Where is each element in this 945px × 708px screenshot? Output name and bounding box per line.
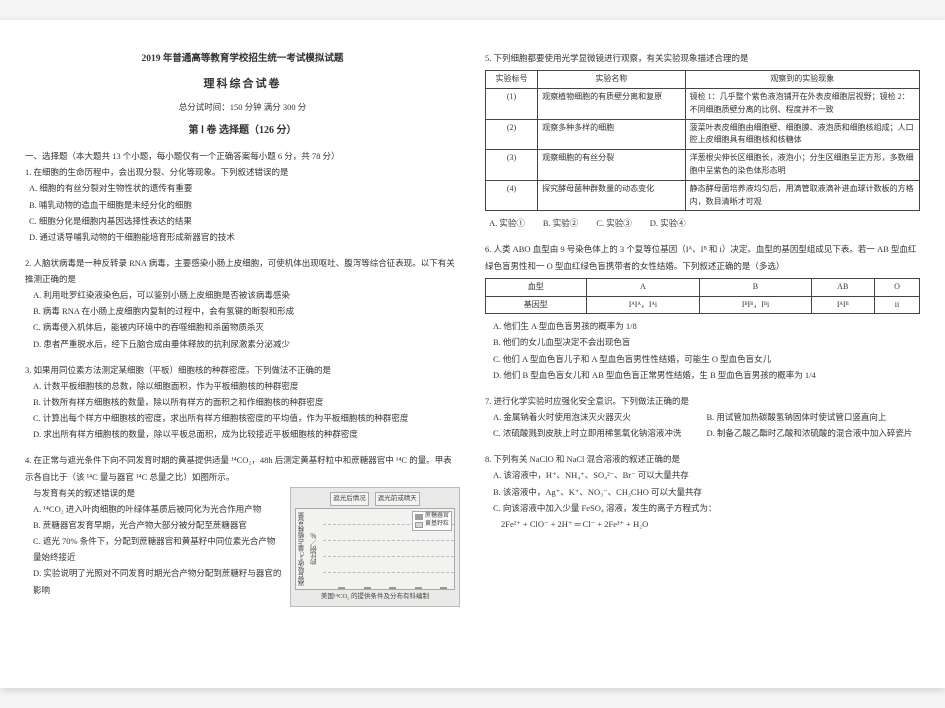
legend-1: 蔗糖器官 xyxy=(425,513,449,521)
q4-stem: 4. 在正常与遮光条件下向不同发育时期的黄基提供适量 ¹⁴CO₂，48h 后测定… xyxy=(25,452,460,484)
q5-r3-no: (3) xyxy=(486,150,538,181)
q6-rowlab: 基因型 xyxy=(486,296,587,314)
exam-title-line2: 理科综合试卷 xyxy=(25,74,460,95)
q6-opt-b: B. 他们的女儿血型决定不会出现色盲 xyxy=(493,334,920,350)
q6-c3: IᴬIᴮ xyxy=(811,296,874,314)
q5-r1-obs: 镜检 1：几乎整个紫色液泡铺开在外表皮细胞层视野；镜检 2：不同细胞质壁分离的比… xyxy=(685,88,919,119)
q5-opt-c: C. 实验③ xyxy=(596,215,631,231)
question-5: 5. 下列细胞都要使用光学显微镜进行观察，有关实验现象描述合理的是 实验标号 实… xyxy=(485,50,920,231)
exam-sheet: 2019 年普通高等教育学校招生统一考试模拟试题 理科综合试卷 总分试时间：15… xyxy=(0,20,945,688)
q7-stem: 7. 进行化学实验时应强化安全意识。下列做法正确的是 xyxy=(485,393,920,409)
section-1-heading: 第 Ⅰ 卷 选择题（126 分） xyxy=(25,121,460,140)
legend-2: 黄基籽粒 xyxy=(425,521,449,529)
q3-stem: 3. 如果用同位素方法测定某细胞（平板）细胞核的种群密度。下列做法不正确的是 xyxy=(25,362,460,378)
q5-stem: 5. 下列细胞都要使用光学显微镜进行观察，有关实验现象描述合理的是 xyxy=(485,50,920,66)
q2-opt-c: C. 病毒侵入机体后，能被内环境中的吞噬细胞和杀菌物质杀灭 xyxy=(33,319,460,335)
left-column: 2019 年普通高等教育学校招生统一考试模拟试题 理科综合试卷 总分试时间：15… xyxy=(25,50,460,668)
q5-r2-no: (2) xyxy=(486,119,538,150)
q6-opt-d: D. 他们 B 型血色盲女儿和 AB 型血色盲正常男性结婚，生 B 型血色盲男孩… xyxy=(493,367,920,383)
q3-opt-d: D. 求出所有样方细胞核的数量，除以平板总面积，成为比较接近平板细胞核的种群密度 xyxy=(33,426,460,442)
q5-opt-b: B. 实验② xyxy=(543,215,578,231)
q7-opt-c: C. 浓硫酸溅到皮肤上时立即用稀氢氧化钠溶液冲洗 xyxy=(493,425,707,441)
q7-opt-a: A. 金属钠着火时使用泡沫灭火器灭火 xyxy=(493,409,707,425)
table-row: (1) 观察植物细胞的有质壁分离和复原 镜检 1：几乎整个紫色液泡铺开在外表皮细… xyxy=(486,88,920,119)
question-7: 7. 进行化学实验时应强化安全意识。下列做法正确的是 A. 金属钠着火时使用泡沫… xyxy=(485,393,920,441)
q8-opt-b: B. 该溶液中，Ag⁺、K⁺、NO₃⁻、CH₃CHO 可以大量共存 xyxy=(493,484,920,500)
q6-h4: O xyxy=(874,278,919,296)
q3-opt-a: A. 计数平板细胞核的总数，除以细胞面积，作为平板细胞核的种群密度 xyxy=(33,378,460,394)
mcq-instructions: 一、选择题（本大题共 13 个小题，每小题仅有一个正确答案每小题 6 分，共 7… xyxy=(25,148,460,164)
q6-h1: A xyxy=(586,278,700,296)
q7-opt-b: B. 用试管加热碳酸氢钠固体时使试管口竖直向上 xyxy=(707,409,921,425)
q8-opt-a: A. 该溶液中，H⁺、NH₄⁺、SO₄²⁻、Br⁻ 可以大量共存 xyxy=(493,467,920,483)
q5-r3-obs: 洋葱根尖伸长区细胞长，液泡小；分生区细胞呈正方形，多数细胞中呈紫色的染色体形态明 xyxy=(685,150,919,181)
q8-stem: 8. 下列有关 NaClO 和 NaCl 混合溶液的叙述正确的是 xyxy=(485,451,920,467)
question-3: 3. 如果用同位素方法测定某细胞（平板）细胞核的种群密度。下列做法不正确的是 A… xyxy=(25,362,460,443)
q5-h1: 实验标号 xyxy=(486,71,538,89)
q5-r4-nm: 探究酵母菌种群数量的动态变化 xyxy=(538,180,686,211)
question-6: 6. 人类 ABO 血型由 9 号染色体上的 3 个复等位基因（Iᴬ、Iᴮ 和 … xyxy=(485,241,920,382)
table-row: (3) 观察细胞的有丝分裂 洋葱根尖伸长区细胞长，液泡小；分生区细胞呈正方形，多… xyxy=(486,150,920,181)
chart-bars-area: 蔗糖器官 黄基籽粒 xyxy=(323,509,454,589)
q1-opt-d: D. 通过诱导哺乳动物的干细胞能培育形成新器官的技术 xyxy=(29,229,460,245)
q5-r1-no: (1) xyxy=(486,88,538,119)
q5-r3-nm: 观察细胞的有丝分裂 xyxy=(538,150,686,181)
right-column: 5. 下列细胞都要使用光学显微镜进行观察，有关实验现象描述合理的是 实验标号 实… xyxy=(485,50,920,668)
q2-stem: 2. 人脑状病毒是一种反转录 RNA 病毒，主要感染小肠上皮细胞，可使机体出现呕… xyxy=(25,255,460,287)
q8-equation: 2Fe²⁺ + ClO⁻ + 2H⁺ ═ Cl⁻ + 2Fe³⁺ + H₂O xyxy=(493,516,920,532)
chart-top-right: 遮光前或晴天 xyxy=(375,492,420,506)
question-1: 1. 在细胞的生命历程中，会出现分裂、分化等现象。下列叙述错误的是 A. 细胞的… xyxy=(25,164,460,245)
q5-r4-no: (4) xyxy=(486,180,538,211)
exam-title-line1: 2019 年普通高等教育学校招生统一考试模拟试题 xyxy=(25,50,460,68)
q6-table: 血型 A B AB O 基因型 IᴬIᴬ，Iᴬi IᴮIᴮ，Iᴮi IᴬIᴮ i… xyxy=(485,278,920,315)
table-row: 实验标号 实验名称 观察到的实验现象 xyxy=(486,71,920,89)
q7-opt-d: D. 制备乙酸乙酯时乙酸和浓硫酸的混合液中加入碎瓷片 xyxy=(707,425,921,441)
q3-opt-c: C. 计算出每个样方中细胞核的密度，求出所有样方细胞核密度的平均值，作为平板细胞… xyxy=(33,410,460,426)
q5-table: 实验标号 实验名称 观察到的实验现象 (1) 观察植物细胞的有质壁分离和复原 镜… xyxy=(485,70,920,211)
table-row: (4) 探究酵母菌种群数量的动态变化 静态酵母菌培养液均匀后，用滴管取液滴补进血… xyxy=(486,180,920,211)
question-8: 8. 下列有关 NaClO 和 NaCl 混合溶液的叙述正确的是 A. 该溶液中… xyxy=(485,451,920,532)
q5-r2-nm: 观察多种多样的细胞 xyxy=(538,119,686,150)
q3-opt-b: B. 计数所有样方细胞核的数量，除以所有样方的面积之和作细胞核的种群密度 xyxy=(33,394,460,410)
q6-c2: IᴮIᴮ，Iᴮi xyxy=(700,296,811,314)
q5-h2: 实验名称 xyxy=(538,71,686,89)
q1-opt-c: C. 细胞分化是细胞内基因选择性表达的结果 xyxy=(29,213,460,229)
chart-ylabel: 器官吸收¹⁴C量占植株总量的比例／％ xyxy=(296,509,323,589)
q5-r4-obs: 静态酵母菌培养液均匀后，用滴管取液滴补进血球计数板的方格内，数目清晰才可观 xyxy=(685,180,919,211)
chart-top-left: 遮光后情况 xyxy=(330,492,369,506)
q4-bar-chart: 遮光后情况 遮光前或晴天 器官吸收¹⁴C量占植株总量的比例／％ 蔗糖器官 黄基籽… xyxy=(290,487,460,607)
q6-opt-c: C. 他们 A 型血色盲儿子和 A 型血色盲男性性结婚，可能生 O 型血色盲女儿 xyxy=(493,351,920,367)
exam-time-score: 总分试时间：150 分钟 满分 300 分 xyxy=(25,99,460,115)
q6-h0: 血型 xyxy=(486,278,587,296)
q2-opt-d: D. 患者严重脱水后，经下丘脑合成由垂体释放的抗利尿激素分泌减少 xyxy=(33,336,460,352)
chart-legend: 蔗糖器官 黄基籽粒 xyxy=(412,511,452,531)
q5-r1-nm: 观察植物细胞的有质壁分离和复原 xyxy=(538,88,686,119)
q6-h3: AB xyxy=(811,278,874,296)
chart-body: 器官吸收¹⁴C量占植株总量的比例／％ 蔗糖器官 黄基籽粒 xyxy=(295,508,455,590)
question-2: 2. 人脑状病毒是一种反转录 RNA 病毒，主要感染小肠上皮细胞，可使机体出现呕… xyxy=(25,255,460,352)
q1-opt-a: A. 细胞的有丝分裂对生物性状的遗传有重要 xyxy=(29,180,460,196)
chart-xlabel: 美国¹⁴CO₂ 的提供条件及分布有科编制 xyxy=(295,590,455,603)
table-row: (2) 观察多种多样的细胞 菠菜叶表皮细胞由细胞壁、细胞膜、液泡质和细胞核组成；… xyxy=(486,119,920,150)
q2-opt-a: A. 利用吡罗红染液染色后，可以鉴别小肠上皮细胞是否被该病毒感染 xyxy=(33,287,460,303)
q5-r2-obs: 菠菜叶表皮细胞由细胞壁、细胞膜、液泡质和细胞核组成；人口腔上皮细胞具有细胞核和核… xyxy=(685,119,919,150)
q1-stem: 1. 在细胞的生命历程中，会出现分裂、分化等现象。下列叙述错误的是 xyxy=(25,164,460,180)
q1-opt-b: B. 哺乳动物的造血干细胞是未经分化的细胞 xyxy=(29,197,460,213)
q5-opt-d: D. 实验④ xyxy=(650,215,686,231)
q6-opt-a: A. 他们生 A 型血色盲男孩的概率为 1/8 xyxy=(493,318,920,334)
q6-c4: ii xyxy=(874,296,919,314)
q6-stem: 6. 人类 ABO 血型由 9 号染色体上的 3 个复等位基因（Iᴬ、Iᴮ 和 … xyxy=(485,241,920,273)
q2-opt-b: B. 病毒 RNA 在小肠上皮细胞内复制的过程中，会有氢键的断裂和形成 xyxy=(33,303,460,319)
q8-opt-c: C. 向该溶液中加入少量 FeSO₄ 溶液，发生的离子方程式为： xyxy=(493,500,920,516)
q5-h3: 观察到的实验现象 xyxy=(685,71,919,89)
table-row: 基因型 IᴬIᴬ，Iᴬi IᴮIᴮ，Iᴮi IᴬIᴮ ii xyxy=(486,296,920,314)
table-row: 血型 A B AB O xyxy=(486,278,920,296)
q5-opt-a: A. 实验① xyxy=(489,215,525,231)
chart-top-labels: 遮光后情况 遮光前或晴天 xyxy=(295,492,455,506)
q6-c1: IᴬIᴬ，Iᴬi xyxy=(586,296,700,314)
q6-h2: B xyxy=(700,278,811,296)
question-4: 4. 在正常与遮光条件下向不同发育时期的黄基提供适量 ¹⁴CO₂，48h 后测定… xyxy=(25,452,460,610)
